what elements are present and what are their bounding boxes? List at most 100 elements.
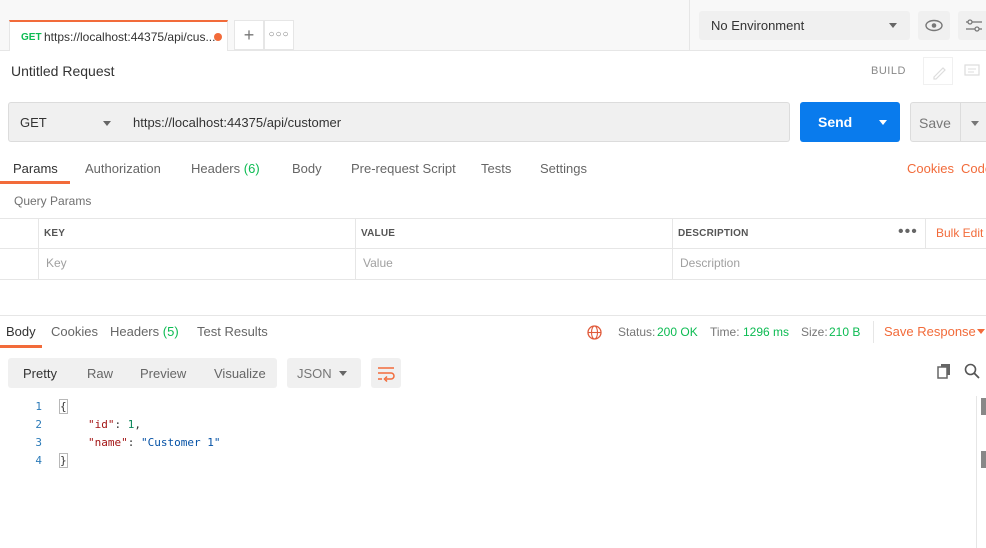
divider [38, 218, 39, 280]
chevron-down-icon [339, 371, 347, 376]
tab-prerequest-script[interactable]: Pre-request Script [351, 161, 456, 176]
pencil-icon [933, 67, 946, 80]
manage-environments-button[interactable] [958, 11, 986, 40]
edit-button[interactable] [923, 57, 953, 85]
tab-authorization[interactable]: Authorization [85, 161, 161, 176]
scrollbar-marker [981, 451, 986, 468]
environment-select[interactable]: No Environment [699, 11, 910, 40]
tab-tests[interactable]: Tests [481, 161, 511, 176]
chevron-down-icon [103, 121, 111, 126]
chevron-down-icon[interactable] [879, 120, 887, 125]
code-link[interactable]: Code [961, 161, 986, 176]
line-number: 1 [35, 400, 42, 413]
tab-headers-count: (6) [243, 161, 260, 176]
divider [0, 315, 986, 316]
method-select[interactable]: GET [8, 102, 124, 142]
format-select[interactable]: JSON [287, 358, 361, 388]
chevron-down-icon[interactable] [977, 329, 985, 334]
code-line[interactable]: "id": 1, [88, 418, 141, 431]
request-title[interactable]: Untitled Request [11, 63, 115, 79]
more-icon[interactable]: ••• [898, 223, 918, 241]
value-input[interactable]: Value [363, 256, 393, 270]
line-number: 3 [35, 436, 42, 449]
code-line[interactable]: "name": "Customer 1" [88, 436, 220, 449]
view-preview[interactable]: Preview [140, 366, 186, 381]
size-value[interactable]: 210 B [829, 325, 860, 339]
sliders-icon [966, 19, 982, 32]
column-header-value: VALUE [361, 228, 396, 239]
json-key: "name" [88, 436, 128, 449]
request-tab-url: https://localhost:44375/api/cus... [44, 30, 216, 44]
globe-icon[interactable] [586, 324, 603, 341]
response-tab-test-results[interactable]: Test Results [197, 324, 268, 339]
json-value: "Customer 1" [141, 436, 221, 449]
code-brace: { [59, 399, 68, 414]
divider [689, 0, 690, 50]
comment-icon [964, 64, 980, 76]
format-select-value: JSON [297, 366, 332, 381]
build-label: BUILD [871, 65, 906, 77]
divider [355, 218, 356, 280]
unsaved-indicator [214, 33, 222, 41]
view-raw[interactable]: Raw [87, 366, 113, 381]
params-table [0, 218, 986, 280]
column-header-key: KEY [44, 228, 66, 239]
comments-button[interactable] [957, 57, 986, 85]
column-header-description: DESCRIPTION [678, 228, 749, 239]
tab-body[interactable]: Body [292, 161, 322, 176]
copy-icon [937, 364, 950, 379]
scrollbar-marker [981, 398, 986, 415]
json-key: "id" [88, 418, 115, 431]
wrap-icon [378, 367, 395, 383]
bulk-edit-link[interactable]: Bulk Edit [936, 226, 983, 240]
chevron-down-icon[interactable] [971, 121, 979, 126]
send-button[interactable]: Send [800, 102, 900, 142]
tab-settings[interactable]: Settings [540, 161, 587, 176]
request-tab[interactable]: GET https://localhost:44375/api/cus... [9, 20, 228, 51]
eye-icon [925, 19, 943, 32]
divider [960, 103, 961, 141]
query-params-title: Query Params [14, 194, 92, 208]
plus-icon: + [243, 25, 255, 45]
request-tab-method: GET [21, 32, 42, 43]
description-input[interactable]: Description [680, 256, 740, 270]
view-visualize[interactable]: Visualize [214, 366, 266, 381]
save-response-button[interactable]: Save Response [884, 324, 976, 339]
key-input[interactable]: Key [46, 256, 67, 270]
save-button[interactable]: Save [910, 102, 986, 142]
code-line[interactable]: } [59, 453, 68, 468]
divider [0, 248, 986, 249]
new-tab-button[interactable]: + [234, 20, 264, 50]
divider [873, 321, 874, 343]
more-icon: ○○○ [268, 29, 290, 40]
time-value[interactable]: 1296 ms [743, 325, 789, 339]
response-tab-headers[interactable]: Headers (5) [110, 324, 179, 339]
tab-options-button[interactable]: ○○○ [264, 20, 294, 50]
tab-params[interactable]: Params [13, 161, 58, 176]
copy-button[interactable] [936, 362, 954, 380]
editor-scrollbar[interactable] [976, 396, 986, 548]
cookies-link[interactable]: Cookies [907, 161, 954, 176]
save-button-label: Save [919, 115, 951, 131]
response-tab-cookies[interactable]: Cookies [51, 324, 98, 339]
wrap-lines-button[interactable] [371, 358, 401, 388]
tab-headers[interactable]: Headers (6) [191, 161, 260, 176]
environment-quick-look-button[interactable] [918, 11, 950, 40]
search-button[interactable] [963, 362, 981, 380]
code-line[interactable]: { [59, 399, 68, 414]
status-value[interactable]: 200 OK [657, 325, 698, 339]
search-icon [964, 363, 980, 379]
divider [925, 218, 926, 248]
url-input[interactable] [123, 102, 790, 142]
response-tab-body[interactable]: Body [6, 324, 36, 339]
tab-headers-label: Headers [191, 161, 241, 176]
line-number: 4 [35, 454, 42, 467]
time-label: Time: [710, 325, 740, 339]
send-button-label: Send [818, 114, 853, 130]
json-value: 1 [127, 418, 135, 431]
line-number: 2 [35, 418, 42, 431]
view-pretty[interactable]: Pretty [23, 366, 57, 381]
code-brace: } [59, 453, 68, 468]
environment-select-value: No Environment [711, 18, 805, 33]
active-tab-indicator [0, 181, 70, 184]
